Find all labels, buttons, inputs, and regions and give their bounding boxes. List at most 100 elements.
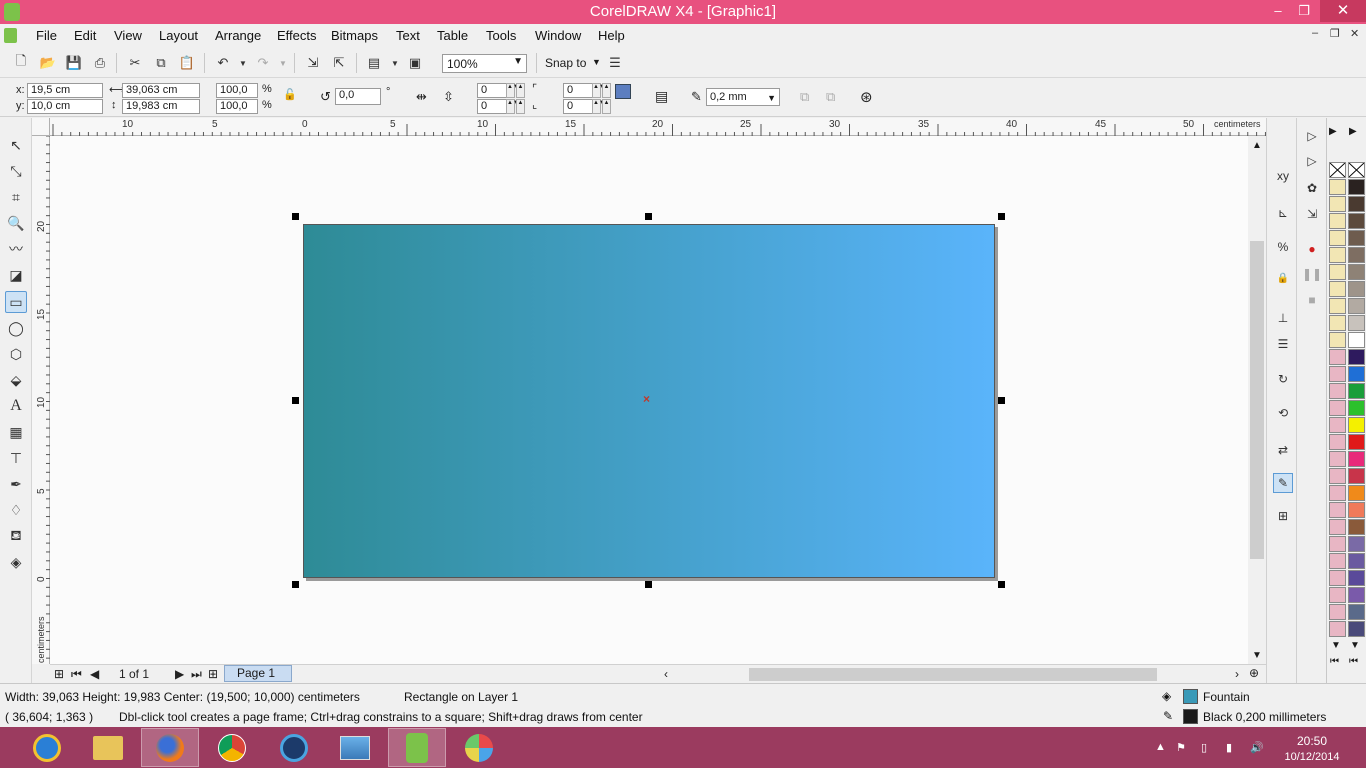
export-icon[interactable]: ⇱: [330, 54, 348, 72]
palette-color-swatch[interactable]: [1348, 519, 1365, 535]
palette-tint-swatch[interactable]: [1329, 621, 1346, 637]
palette-color-swatch[interactable]: [1348, 315, 1365, 331]
drawing-canvas[interactable]: ×: [50, 136, 1248, 664]
no-color-swatch[interactable]: [1348, 162, 1365, 178]
rotation-center-icon[interactable]: ×: [643, 392, 650, 406]
palette-tint-swatch[interactable]: [1329, 315, 1346, 331]
next-page-icon[interactable]: ▶: [175, 667, 184, 681]
pick-tool-icon[interactable]: ↖: [5, 134, 27, 156]
new-document-icon[interactable]: 🗋: [12, 53, 30, 72]
scroll-right-icon[interactable]: ›: [1235, 667, 1239, 681]
paste-icon[interactable]: 📋: [178, 54, 196, 72]
launcher-dropdown-icon[interactable]: ▼: [386, 54, 404, 72]
doc-minimize-button[interactable]: –: [1312, 27, 1318, 39]
fill-tool-icon[interactable]: ⛾: [5, 525, 27, 547]
transform-position-icon[interactable]: xy: [1273, 166, 1293, 186]
zoom-tool-icon[interactable]: 🔍: [5, 212, 27, 234]
spin-icon[interactable]: ▲▼: [592, 99, 605, 114]
mirror-vertical-icon[interactable]: ⇳: [443, 89, 454, 105]
interactive-fill-tool-icon[interactable]: ◈: [5, 551, 27, 573]
menu-edit[interactable]: Edit: [74, 28, 96, 43]
distribute-icon[interactable]: ☰: [1273, 334, 1293, 354]
application-launcher-icon[interactable]: ▤: [365, 54, 383, 72]
wrap-text-icon[interactable]: ▤: [655, 88, 668, 105]
palette-color-swatch[interactable]: [1348, 247, 1365, 263]
selection-handle[interactable]: [998, 397, 1005, 404]
coreldraw-button[interactable]: [388, 728, 446, 767]
corner-top-right-field[interactable]: 0: [563, 83, 593, 98]
palette-tint-swatch[interactable]: [1329, 536, 1346, 552]
text-tool-icon[interactable]: A: [5, 395, 27, 417]
palette-color-swatch[interactable]: [1348, 451, 1365, 467]
fill-color-swatch[interactable]: [1183, 689, 1198, 704]
spin-icon[interactable]: ▲▼: [506, 83, 519, 98]
menu-arrange[interactable]: Arrange: [215, 28, 261, 43]
open-icon[interactable]: 📂: [39, 54, 57, 72]
no-color-swatch[interactable]: [1329, 162, 1346, 178]
eyedropper-tool-icon[interactable]: ✒: [5, 473, 27, 495]
restore-button[interactable]: ❐: [1290, 0, 1318, 22]
palette-scroll-icon[interactable]: ▶: [1349, 126, 1357, 137]
palette-tint-swatch[interactable]: [1329, 383, 1346, 399]
palette-tint-swatch[interactable]: [1329, 230, 1346, 246]
scroll-up-icon[interactable]: ▲: [1252, 140, 1262, 151]
scale-height-field[interactable]: 100,0: [216, 99, 258, 114]
object-properties-icon[interactable]: ✎: [1273, 473, 1293, 493]
menu-tools[interactable]: Tools: [486, 28, 516, 43]
internet-explorer-button[interactable]: [18, 728, 76, 767]
mirror-horizontal-icon[interactable]: ⇹: [416, 89, 427, 105]
palette-tint-swatch[interactable]: [1329, 213, 1346, 229]
palette-color-swatch[interactable]: [1348, 604, 1365, 620]
horizontal-scroll-thumb[interactable]: [749, 668, 1157, 681]
palette-tint-swatch[interactable]: [1329, 468, 1346, 484]
device-icon[interactable]: ▯: [1201, 741, 1207, 754]
palette-color-swatch[interactable]: [1348, 570, 1365, 586]
menu-window[interactable]: Window: [535, 28, 581, 43]
palette-color-swatch[interactable]: [1348, 298, 1365, 314]
outline-pen-icon[interactable]: ✎: [1163, 709, 1173, 723]
selection-handle[interactable]: [998, 581, 1005, 588]
palette-color-swatch[interactable]: [1348, 485, 1365, 501]
palette-tint-swatch[interactable]: [1329, 179, 1346, 195]
palette-color-swatch[interactable]: [1348, 502, 1365, 518]
horizontal-ruler[interactable]: 10 5 0 5 10 15 20 25 30 35 40 45 50 cent…: [50, 118, 1266, 136]
spin-icon[interactable]: ▲: [516, 83, 525, 98]
chrome-button[interactable]: [203, 728, 261, 767]
transform-size-icon[interactable]: ⊾: [1273, 203, 1293, 223]
palette-color-swatch[interactable]: [1348, 536, 1365, 552]
palette-color-swatch[interactable]: [1348, 417, 1365, 433]
corner-bottom-left-field[interactable]: 0: [477, 99, 507, 114]
selection-handle[interactable]: [645, 213, 652, 220]
object-manager-icon[interactable]: ⇲: [1302, 204, 1322, 224]
palette-color-swatch[interactable]: [1348, 553, 1365, 569]
page-tab[interactable]: Page 1: [224, 665, 292, 682]
import-icon[interactable]: ⇲: [304, 54, 322, 72]
app-button[interactable]: [265, 728, 323, 767]
minimize-button[interactable]: –: [1264, 0, 1292, 22]
palette-down-icon[interactable]: ▼: [1331, 640, 1341, 651]
rectangle-tool-icon[interactable]: ▭: [5, 291, 27, 313]
palette-color-swatch[interactable]: [1348, 587, 1365, 603]
width-field[interactable]: 39,063 cm: [122, 83, 200, 98]
basic-shapes-tool-icon[interactable]: ⬙: [5, 369, 27, 391]
menu-view[interactable]: View: [114, 28, 142, 43]
selection-handle[interactable]: [292, 213, 299, 220]
vertical-ruler[interactable]: 20 15 10 5 0 centimeters: [32, 136, 50, 664]
pause-icon[interactable]: ❚❚: [1302, 264, 1322, 284]
spin-icon[interactable]: ▲: [516, 99, 525, 114]
lock-ratio-icon[interactable]: 🔓: [283, 88, 297, 101]
skew-icon[interactable]: ⟲: [1273, 403, 1293, 423]
previous-page-icon[interactable]: ◀: [90, 667, 99, 681]
photo-viewer-button[interactable]: [326, 728, 384, 767]
print-icon[interactable]: ⎙: [91, 54, 109, 72]
palette-tint-swatch[interactable]: [1329, 349, 1346, 365]
save-icon[interactable]: 💾: [65, 54, 83, 72]
play-icon[interactable]: ▷: [1302, 126, 1322, 146]
palette-color-swatch[interactable]: [1348, 434, 1365, 450]
cut-icon[interactable]: ✂: [126, 54, 144, 72]
welcome-screen-icon[interactable]: ▣: [406, 54, 424, 72]
options-icon[interactable]: ☰: [606, 54, 624, 72]
paint-button[interactable]: [450, 728, 508, 767]
swap-icon[interactable]: ⇄: [1273, 440, 1293, 460]
palette-last-icon[interactable]: ⏮: [1330, 656, 1339, 667]
